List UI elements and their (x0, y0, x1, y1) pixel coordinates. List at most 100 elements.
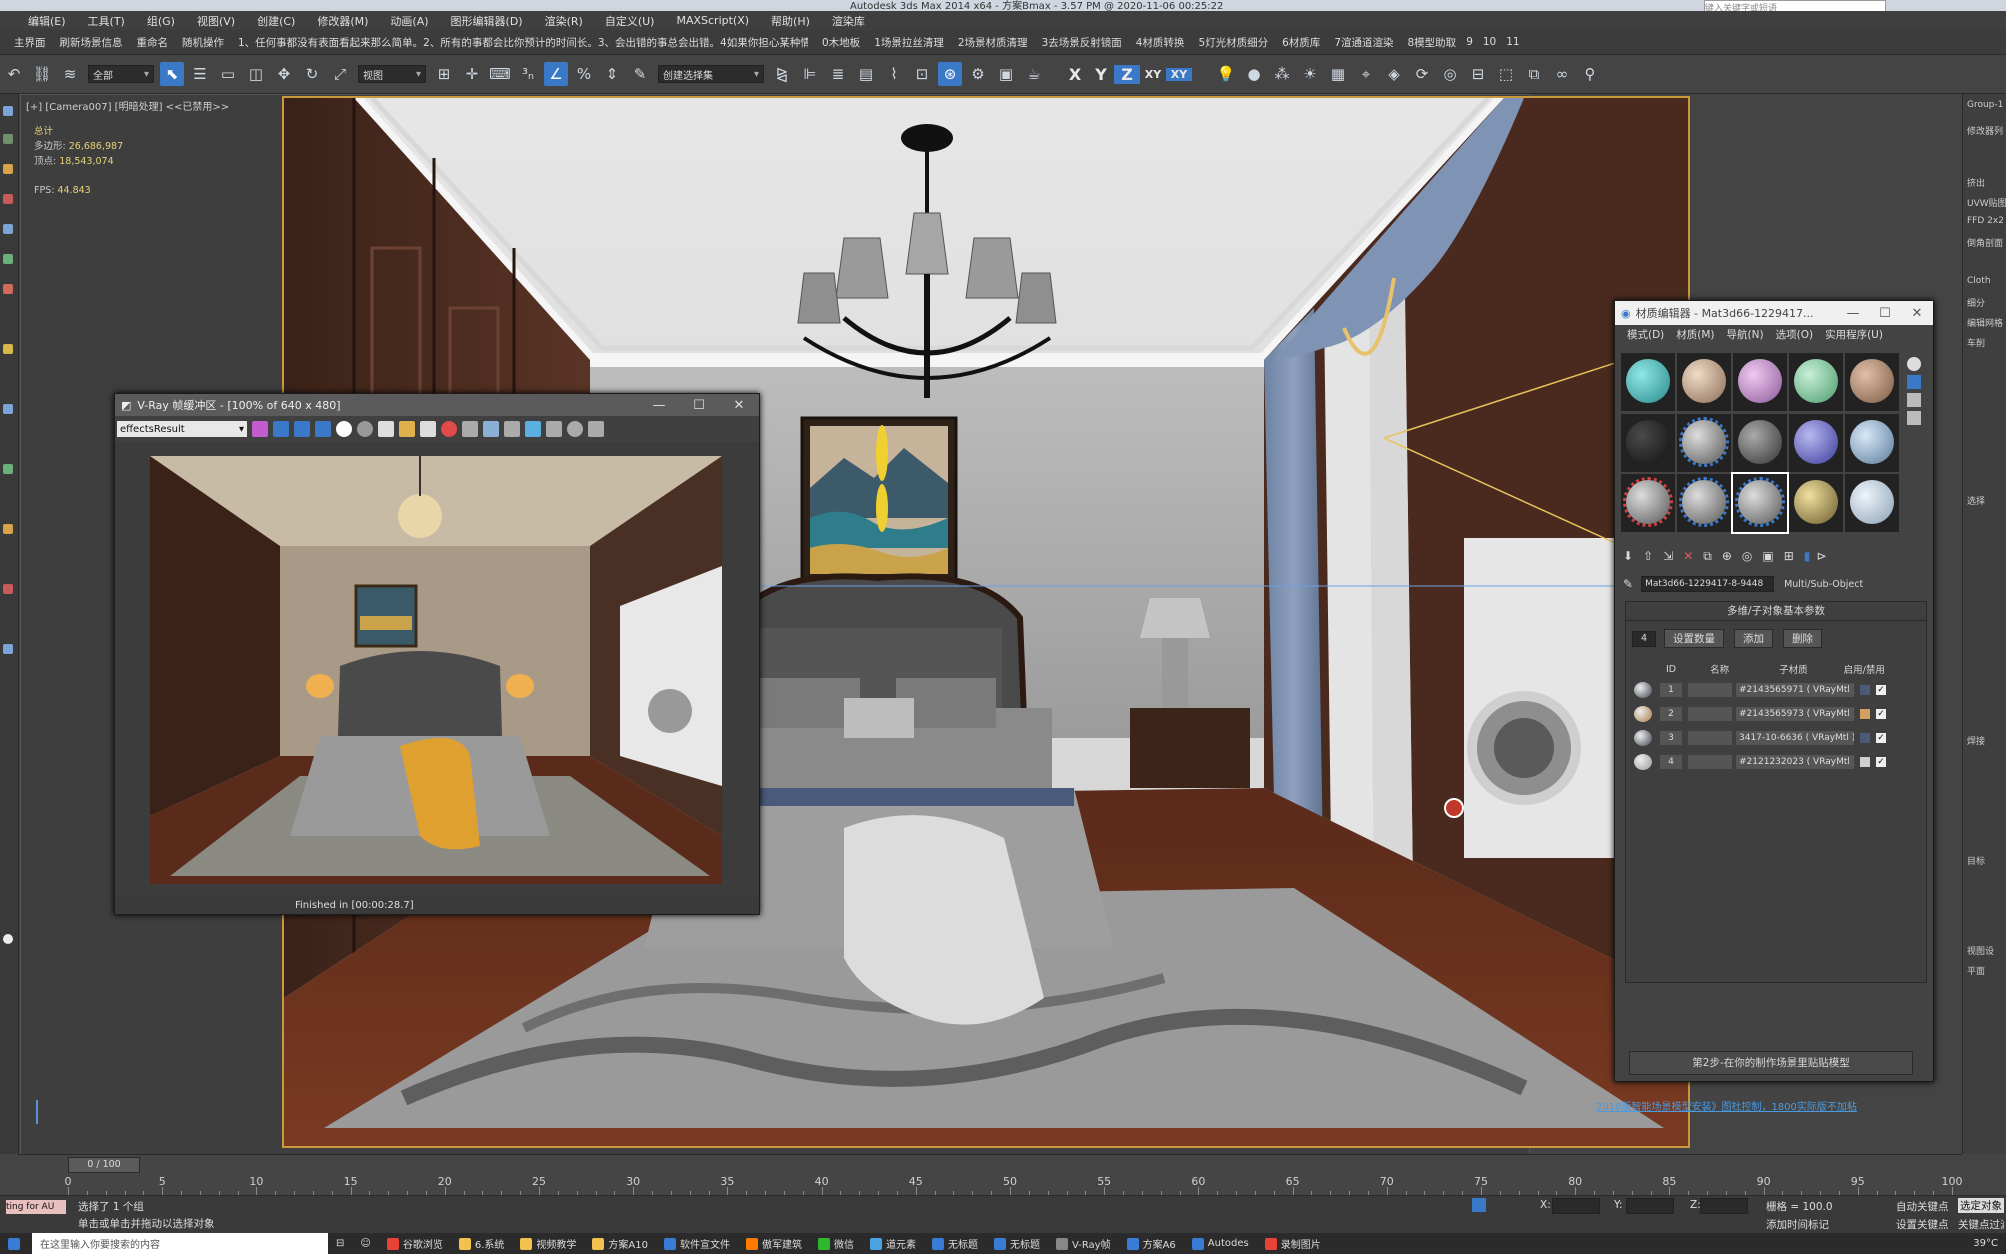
render-setup-icon[interactable]: ⚙ (966, 62, 990, 86)
link-icon[interactable]: ⛓ (30, 62, 54, 86)
taskbar-search[interactable]: 在这里输入你要搜索的内容 (32, 1233, 328, 1254)
render-settings-icon[interactable] (588, 421, 604, 437)
cmd-extrude[interactable]: 挤出 (1967, 176, 1985, 189)
material-editor-window[interactable]: ◉ 材质编辑器 - Mat3d66-1229417... — ☐ ✕ 模式(D)… (1614, 300, 1934, 1082)
mated-maximize-icon[interactable]: ☐ (1869, 306, 1901, 321)
x-coord-field[interactable] (1552, 1198, 1600, 1214)
close-icon[interactable]: ✕ (719, 398, 759, 413)
sample-slot[interactable] (1621, 474, 1675, 533)
cmd-pass-render[interactable]: 7渲通道渲染 (1334, 35, 1393, 50)
proxy-icon[interactable]: ◈ (1382, 62, 1406, 86)
reset-material-icon[interactable]: ✕ (1683, 549, 1693, 563)
pivot-center-icon[interactable]: ⊞ (432, 62, 456, 86)
rendered-frame-icon[interactable]: ▣ (994, 62, 1018, 86)
key-filters-button[interactable]: 关键点过滤器... (1958, 1217, 2004, 1232)
loop-icon[interactable]: ∞ (1550, 62, 1574, 86)
menu-graph-editors[interactable]: 图形编辑器(D) (451, 13, 523, 29)
minimize-icon[interactable]: — (639, 398, 679, 413)
assign-material-icon[interactable]: ⇲ (1663, 549, 1673, 563)
menu-animation[interactable]: 动画(A) (390, 13, 428, 29)
cmd-11[interactable]: 11 (1506, 36, 1519, 48)
sub-id[interactable]: 1 (1660, 683, 1682, 697)
keyboard-shortcut-icon[interactable]: ⌨ (488, 62, 512, 86)
sub-material-row[interactable]: 4 #2121232023 ( VRayMtl ) ✓ (1626, 750, 1926, 774)
copy-icon[interactable]: ⧉ (1522, 62, 1546, 86)
cmd-select[interactable]: 选择 (1967, 494, 1985, 507)
auto-key-button[interactable]: 自动关键点 (1896, 1199, 1949, 1214)
go-parent-icon[interactable]: ▮ (1804, 549, 1811, 563)
show-in-viewport-icon[interactable]: ▣ (1762, 549, 1773, 563)
bulb-icon[interactable]: ⚲ (1578, 62, 1602, 86)
cmd-scene-clean[interactable]: 1场景拉丝清理 (874, 35, 944, 50)
sub-enable-checkbox[interactable]: ✓ (1876, 685, 1886, 695)
task-view-icon[interactable]: ⊟ (328, 1233, 352, 1254)
sub-material-row[interactable]: 3 3417-10-6636 ( VRayMtl ) ✓ (1626, 726, 1926, 750)
strip-render-icon[interactable] (3, 584, 13, 594)
cmd-light-subdiv[interactable]: 5灯光材质细分 (1198, 35, 1268, 50)
cmd-random[interactable]: 随机操作 (182, 35, 224, 50)
cmd-weld[interactable]: 焊接 (1967, 734, 1985, 747)
stop-render-icon[interactable] (441, 421, 457, 437)
strip-circle-icon[interactable] (3, 934, 13, 944)
mated-menu-navigation[interactable]: 导航(N) (1727, 327, 1764, 342)
track-bar[interactable]: 0 5 10 15 20 25 30 35 40 45 50 55 60 65 70 75 80 85 90 95 10… (65, 1175, 1963, 1195)
show-end-result-icon[interactable]: ⊞ (1784, 549, 1794, 563)
material-editor-icon[interactable]: ⊛ (938, 62, 962, 86)
snap-3d-icon[interactable]: ³ₙ (516, 62, 540, 86)
mated-menu-material[interactable]: 材质(M) (1676, 327, 1714, 342)
rotate-icon[interactable]: ↻ (300, 62, 324, 86)
cmd-material-clean[interactable]: 2场景材质清理 (958, 35, 1028, 50)
rgb-channel-icon[interactable] (252, 421, 268, 437)
sub-color-swatch[interactable] (1860, 685, 1870, 695)
mated-titlebar[interactable]: ◉ 材质编辑器 - Mat3d66-1229417... — ☐ ✕ (1615, 301, 1933, 325)
sample-slot[interactable] (1789, 413, 1843, 472)
blue-channel-icon[interactable] (315, 421, 331, 437)
select-manipulate-icon[interactable]: ✛ (460, 62, 484, 86)
sub-enable-checkbox[interactable]: ✓ (1876, 709, 1886, 719)
env-icon[interactable]: ◎ (1438, 62, 1462, 86)
mono-channel-icon[interactable] (357, 421, 373, 437)
sub-material-button[interactable]: #2121232023 ( VRayMtl ) (1736, 755, 1854, 769)
strip-select-icon[interactable] (3, 106, 13, 116)
sub-color-swatch[interactable] (1860, 757, 1870, 767)
sub-material-button[interactable]: #2143565971 ( VRayMtl ) (1736, 683, 1854, 697)
edit-named-selection-icon[interactable]: ✎ (628, 62, 652, 86)
align-icon[interactable]: ⊫ (798, 62, 822, 86)
taskbar-app-button[interactable]: Autodes (1184, 1233, 1257, 1254)
maximize-icon[interactable]: ☐ (679, 398, 719, 413)
axis-xy-cycle-button[interactable]: XY (1166, 67, 1192, 81)
cmd-viewport-settings[interactable]: 视图设 (1967, 944, 1994, 957)
refresh-icon[interactable]: ⟳ (1410, 62, 1434, 86)
cmd-wood-floor[interactable]: 0木地板 (822, 35, 860, 50)
sub-enable-checkbox[interactable]: ✓ (1876, 757, 1886, 767)
strip-camera-icon[interactable] (3, 404, 13, 414)
cmd-edit-mesh[interactable]: 编辑网格 (1967, 316, 2003, 329)
z-coord-field[interactable] (1700, 1198, 1748, 1214)
particles-icon[interactable]: ⁂ (1270, 62, 1294, 86)
vray-frame-buffer-window[interactable]: ◩ V-Ray 帧缓冲区 - [100% of 640 x 480] — ☐ ✕… (114, 393, 760, 915)
history-icon[interactable] (567, 421, 583, 437)
sample-slot[interactable] (1845, 413, 1899, 472)
y-coord-field[interactable] (1626, 1198, 1674, 1214)
cmd-material-convert[interactable]: 4材质转换 (1136, 35, 1185, 50)
help-search-input[interactable]: 键入关键字或短语 (1704, 0, 1886, 11)
vfb-titlebar[interactable]: ◩ V-Ray 帧缓冲区 - [100% of 640 x 480] — ☐ ✕ (115, 394, 759, 416)
sample-slot[interactable] (1621, 413, 1675, 472)
menu-maxscript[interactable]: MAXScript(X) (676, 14, 749, 27)
mated-menu-options[interactable]: 选项(O) (1776, 327, 1813, 342)
bind-spacewarp-icon[interactable]: ≋ (58, 62, 82, 86)
strip-warning-icon[interactable] (3, 284, 13, 294)
cmd-plane[interactable]: 平面 (1967, 964, 1985, 977)
menu-tools[interactable]: 工具(T) (88, 13, 125, 29)
lock-selection-icon[interactable] (1472, 1198, 1486, 1212)
sample-slot[interactable] (1733, 413, 1787, 472)
spinner-snap-icon[interactable]: ⇕ (600, 62, 624, 86)
backlight-icon[interactable] (1907, 375, 1921, 389)
menu-modifiers[interactable]: 修改器(M) (317, 13, 368, 29)
menu-help[interactable]: 帮助(H) (771, 13, 810, 29)
move-icon[interactable]: ✥ (272, 62, 296, 86)
red-channel-icon[interactable] (273, 421, 289, 437)
angle-snap-icon[interactable]: ∠ (544, 62, 568, 86)
load-image-icon[interactable] (399, 421, 415, 437)
menu-create[interactable]: 创建(C) (257, 13, 295, 29)
